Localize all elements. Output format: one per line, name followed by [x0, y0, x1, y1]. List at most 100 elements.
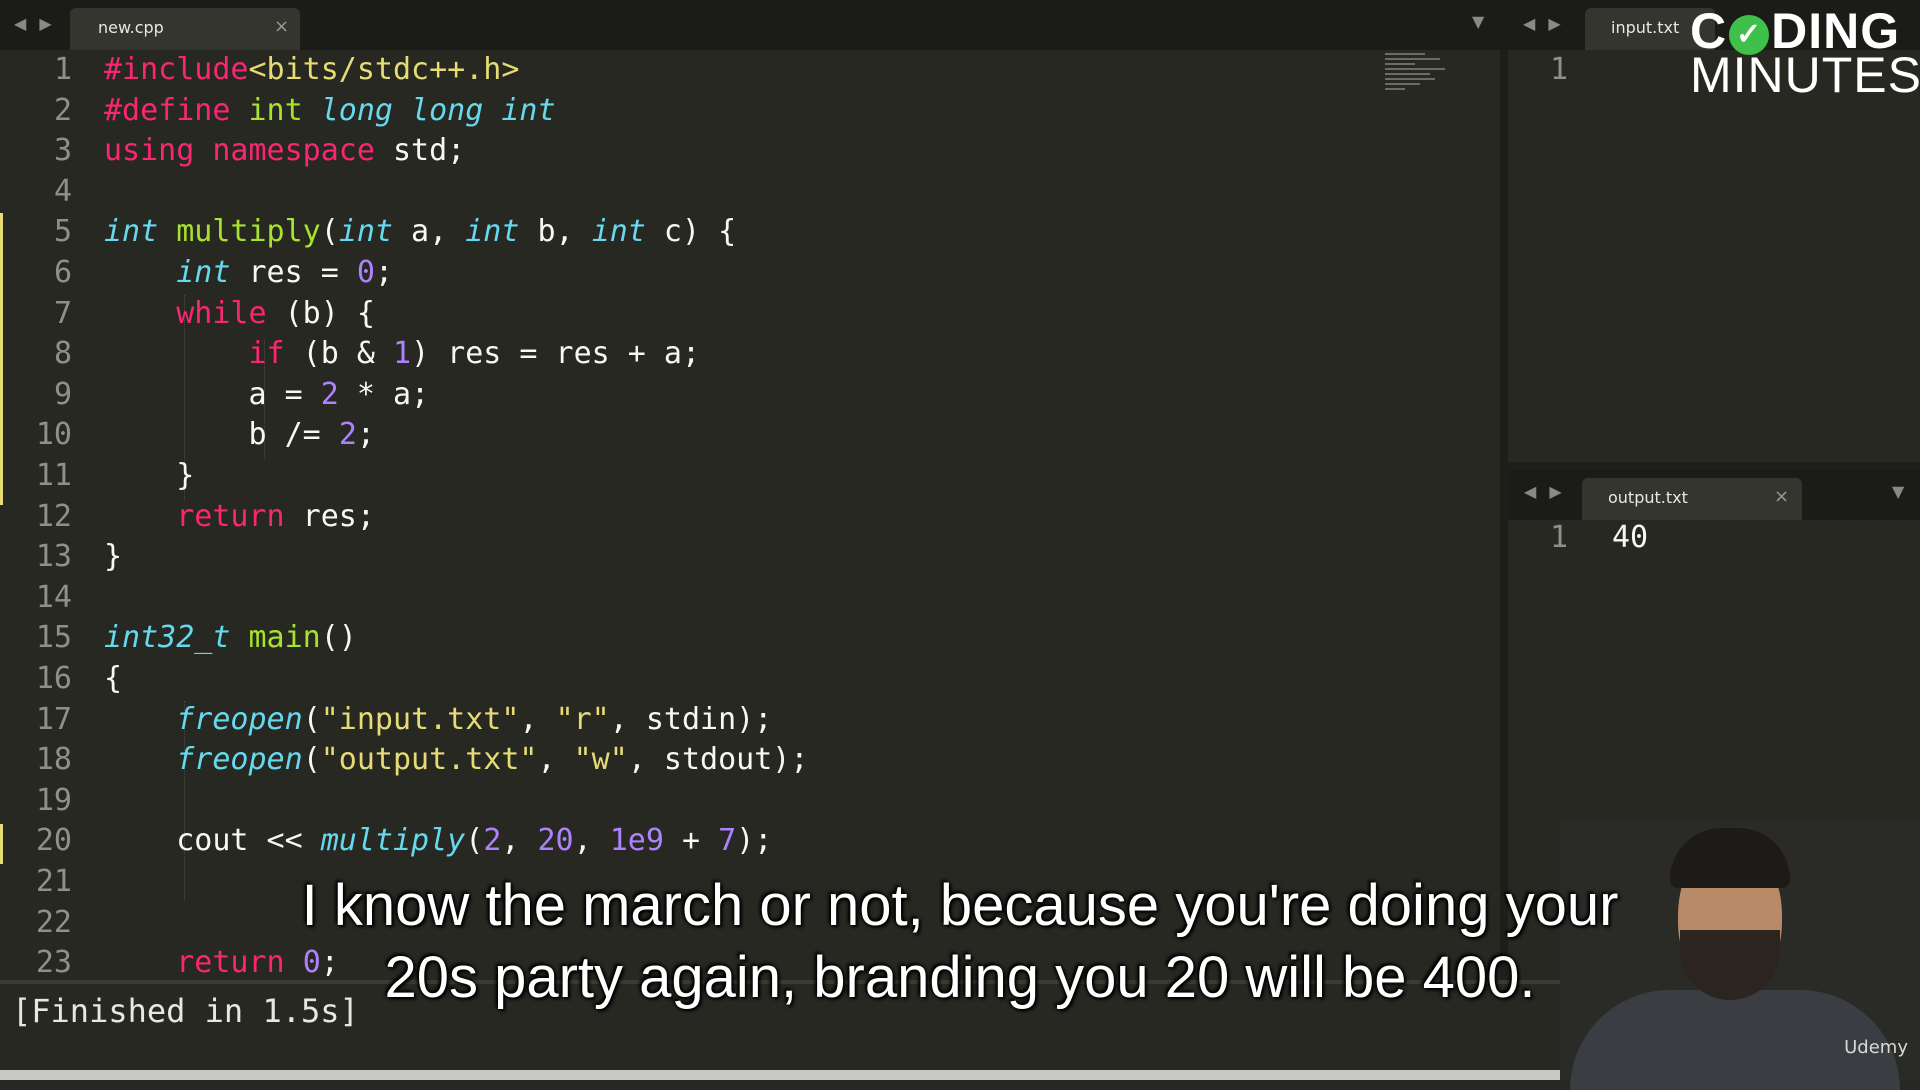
logo-bottom-text: MINUTES	[1690, 47, 1920, 103]
code-token: 20	[537, 823, 574, 859]
code-line[interactable]: {	[104, 659, 122, 700]
tab-nav-arrows-icon[interactable]: ◀ ▶	[14, 14, 56, 33]
code-line[interactable]: #include<bits/stdc++.h>	[104, 50, 519, 91]
code-token: , stdout);	[627, 742, 809, 778]
line-number: 19	[35, 782, 72, 818]
code-line[interactable]: }	[104, 456, 194, 497]
code-token: (	[302, 742, 321, 778]
code-line[interactable]: freopen("output.txt", "w", stdout);	[104, 740, 808, 781]
input-pane[interactable]: 1	[1508, 50, 1920, 462]
code-line[interactable]: int32_t main()	[104, 618, 357, 659]
code-token: a =	[104, 376, 321, 412]
line-number: 21	[35, 864, 72, 899]
line-number: 10	[35, 417, 72, 453]
code-line[interactable]: return res;	[104, 497, 375, 538]
code-line[interactable]: #define int long long int	[104, 91, 556, 132]
tab-label: new.cpp	[98, 18, 164, 37]
line-number: 7	[53, 295, 72, 331]
code-token: namespace	[212, 133, 375, 169]
close-icon[interactable]: ×	[274, 16, 289, 37]
code-token: c) {	[645, 214, 737, 250]
code-line[interactable]: a = 2 * a;	[104, 375, 429, 416]
code-token: int	[591, 214, 646, 250]
code-token: 7	[718, 823, 737, 859]
code-token: using	[104, 133, 195, 169]
line-number: 2	[53, 92, 72, 128]
code-token: main	[248, 620, 321, 656]
code-token: int	[104, 214, 159, 250]
code-token: (b &	[284, 336, 393, 372]
code-token: multiply	[320, 823, 466, 859]
tab-nav-arrows-icon[interactable]: ◀ ▶	[1524, 482, 1566, 501]
tab-nav-arrows-icon[interactable]: ◀ ▶	[1523, 14, 1565, 33]
code-line[interactable]: if (b & 1) res = res + a;	[104, 334, 701, 375]
code-token: ,	[573, 823, 610, 859]
line-number: 17	[35, 701, 72, 737]
code-line[interactable]: cout << multiply(2, 20, 1e9 + 7);	[104, 821, 772, 862]
pane-divider[interactable]	[1508, 462, 1920, 470]
subtitle-line-1: I know the march or not, because you're …	[301, 873, 1619, 938]
code-token: 1	[393, 336, 412, 372]
code-line[interactable]: int multiply(int a, int b, int c) {	[104, 212, 736, 253]
code-token: int	[338, 214, 393, 250]
code-line[interactable]: int res = 0;	[104, 253, 393, 294]
code-token: 2	[483, 823, 502, 859]
code-line[interactable]: }	[104, 537, 122, 578]
pane-divider[interactable]	[1500, 50, 1508, 980]
code-token: std;	[374, 133, 466, 169]
code-token: "w"	[573, 742, 628, 778]
line-number: 12	[35, 498, 72, 534]
code-token: return	[176, 498, 285, 534]
code-editor[interactable]: 1 #include<bits/stdc++.h> 2 #define int lon…	[0, 50, 1505, 980]
code-token: 2	[320, 376, 339, 412]
line-number: 23	[35, 945, 72, 980]
code-token: a,	[393, 214, 466, 250]
subtitle-caption: I know the march or not, because you're …	[160, 870, 1760, 1014]
code-line[interactable]: while (b) {	[104, 294, 375, 335]
tab-new-cpp[interactable]: new.cpp ×	[70, 8, 300, 50]
code-token: {	[104, 661, 123, 696]
minimap[interactable]	[1385, 50, 1455, 120]
line-number: 13	[35, 539, 72, 575]
code-token: if	[248, 336, 285, 372]
line-number: 1	[1549, 52, 1568, 87]
code-token: freopen	[176, 701, 303, 737]
line-number: 20	[35, 823, 72, 859]
code-token: 1e9	[609, 823, 664, 859]
line-number: 16	[35, 661, 72, 696]
code-token: * a;	[338, 376, 430, 412]
code-token: b /=	[104, 417, 339, 453]
code-line[interactable]: b /= 2;	[104, 415, 374, 456]
code-token: int	[465, 214, 520, 250]
code-token: ) res = res + a;	[411, 336, 701, 372]
code-token: );	[736, 823, 773, 859]
code-line[interactable]: using namespace std;	[104, 131, 465, 172]
code-token: "r"	[555, 701, 610, 737]
close-icon[interactable]: ×	[1774, 486, 1789, 507]
code-token: 0	[356, 255, 375, 290]
code-token: ,	[501, 823, 538, 859]
chevron-down-icon[interactable]: ▼	[1892, 482, 1904, 501]
tab-output-txt[interactable]: output.txt ×	[1582, 478, 1802, 520]
udemy-watermark: Udemy	[1844, 1037, 1908, 1058]
code-token: long long int	[320, 92, 556, 128]
code-token: 2	[338, 417, 357, 453]
line-number: 9	[53, 376, 72, 412]
code-token: multiply	[176, 214, 321, 250]
code-token: ;	[374, 255, 393, 290]
tab-label: input.txt	[1611, 18, 1680, 37]
code-token: (	[302, 701, 321, 737]
code-token: int32_t	[104, 620, 231, 656]
line-number: 5	[53, 214, 72, 250]
code-line[interactable]: freopen("input.txt", "r", stdin);	[104, 700, 772, 741]
chevron-down-icon[interactable]: ▼	[1472, 12, 1484, 31]
